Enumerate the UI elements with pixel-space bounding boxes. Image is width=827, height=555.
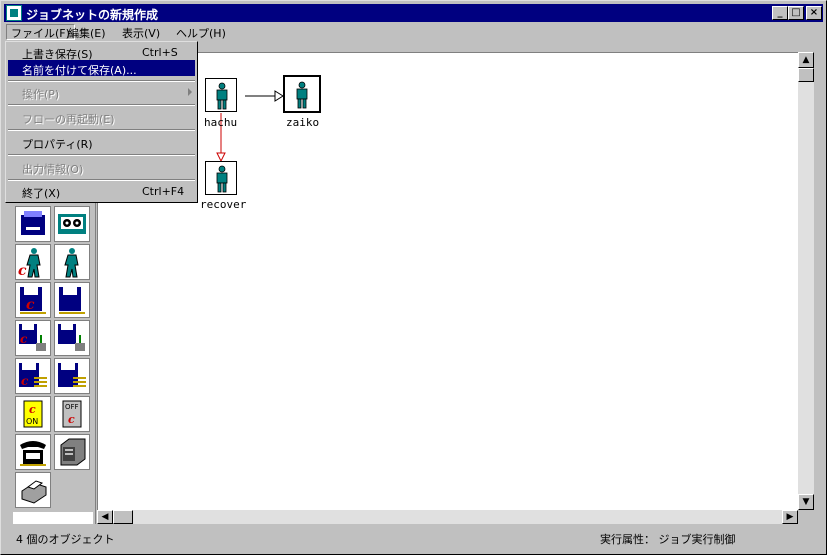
- telephone-icon[interactable]: [15, 434, 51, 470]
- horizontal-scroll-thumb[interactable]: [113, 510, 133, 524]
- menu-item-properties[interactable]: プロパティ(R): [8, 134, 195, 151]
- tape-icon[interactable]: [54, 206, 90, 242]
- job-figure-icon: [216, 82, 228, 110]
- title-bar[interactable]: ジョブネットの新規作成 _ □ ×: [4, 4, 823, 22]
- menu-separator: [8, 80, 195, 82]
- c-file-transfer-icon[interactable]: c: [15, 320, 51, 356]
- node-label-recover: recover: [200, 198, 247, 211]
- menu-item-restart-flow: フローの再起動(E): [22, 113, 115, 126]
- app-icon[interactable]: [6, 5, 22, 21]
- menu-separator: [8, 179, 195, 181]
- job-node-zaiko[interactable]: [283, 75, 321, 113]
- maximize-button[interactable]: □: [788, 6, 804, 20]
- submenu-arrow-icon: [188, 88, 192, 96]
- menu-edit[interactable]: 編集(E): [64, 25, 110, 40]
- job-node-recover[interactable]: [205, 161, 237, 195]
- menu-bar: ファイル(F) 編集(E) 表示(V) ヘルプ(H): [4, 23, 823, 41]
- file-list-icon[interactable]: [54, 358, 90, 394]
- svg-text:c: c: [18, 263, 27, 279]
- menu-item-save-as[interactable]: 名前を付けて保存(A)...: [8, 60, 195, 77]
- c-file-icon[interactable]: c: [15, 282, 51, 318]
- svg-text:c: c: [26, 297, 35, 313]
- jobnet-canvas[interactable]: hachu zaiko recover: [97, 52, 799, 511]
- arrowhead-zaiko-icon: [274, 90, 284, 102]
- svg-text:c: c: [20, 332, 28, 346]
- menu-separator: [8, 104, 195, 106]
- status-bar: 4 個のオブジェクト 実行属性： ジョブ実行制御: [4, 527, 823, 549]
- menu-item-exit[interactable]: 終了(X) Ctrl+F4: [8, 183, 195, 200]
- job-node-hachu[interactable]: [205, 78, 237, 112]
- menu-item-operation: 操作(P): [8, 84, 195, 101]
- on-label: ON: [26, 417, 38, 426]
- scroll-right-icon[interactable]: ▶: [782, 510, 798, 524]
- object-count-status: 4 個のオブジェクト: [16, 533, 115, 546]
- menu-item-save[interactable]: 上書き保存(S) Ctrl+S: [8, 44, 195, 61]
- off-label: OFF: [65, 403, 79, 411]
- menu-separator: [8, 129, 195, 131]
- file-transfer-icon[interactable]: [54, 320, 90, 356]
- on-switch-icon[interactable]: c ON: [15, 396, 51, 432]
- window-title: ジョブネットの新規作成: [26, 8, 159, 22]
- job-icon[interactable]: [54, 244, 90, 280]
- c-file-list-icon[interactable]: c: [15, 358, 51, 394]
- vertical-scroll-thumb[interactable]: [798, 68, 814, 82]
- scroll-up-icon[interactable]: ▲: [798, 52, 814, 68]
- svg-text:c: c: [29, 403, 36, 416]
- menu-help[interactable]: ヘルプ(H): [172, 25, 230, 40]
- file-icon[interactable]: [54, 282, 90, 318]
- menu-item-output-info: 出力情報(O): [22, 163, 84, 176]
- horizontal-scrollbar[interactable]: ◀ ▶: [97, 510, 798, 524]
- job-figure-icon: [296, 81, 308, 109]
- app-window: ジョブネットの新規作成 _ □ × ファイル(F) 編集(E) 表示(V) ヘル…: [0, 0, 827, 555]
- file-menu-dropdown: 上書き保存(S) Ctrl+S 名前を付けて保存(A)... 操作(P) フローの…: [5, 41, 198, 203]
- execution-attribute-status: 実行属性： ジョブ実行制御: [600, 533, 736, 546]
- arrowhead-recover-icon: [216, 152, 226, 163]
- minimize-button[interactable]: _: [772, 6, 788, 20]
- size-grip[interactable]: [798, 510, 814, 524]
- palette-empty-area: [13, 512, 93, 524]
- scroll-left-icon[interactable]: ◀: [97, 510, 113, 524]
- svg-text:c: c: [68, 413, 75, 426]
- scroll-down-icon[interactable]: ▼: [798, 494, 814, 510]
- machine-icon[interactable]: [54, 434, 90, 470]
- node-label-hachu: hachu: [204, 116, 238, 129]
- svg-text:c: c: [21, 374, 29, 388]
- menu-view[interactable]: 表示(V): [118, 25, 164, 40]
- vertical-scrollbar[interactable]: ▲ ▼: [798, 52, 814, 510]
- menu-separator: [8, 154, 195, 156]
- server-icon[interactable]: [15, 206, 51, 242]
- printer-icon[interactable]: [15, 472, 51, 508]
- node-label-zaiko: zaiko: [286, 116, 320, 129]
- off-switch-icon[interactable]: OFF c: [54, 396, 90, 432]
- close-button[interactable]: ×: [806, 6, 822, 20]
- c-job-icon[interactable]: c: [15, 244, 51, 280]
- job-figure-icon: [216, 165, 228, 193]
